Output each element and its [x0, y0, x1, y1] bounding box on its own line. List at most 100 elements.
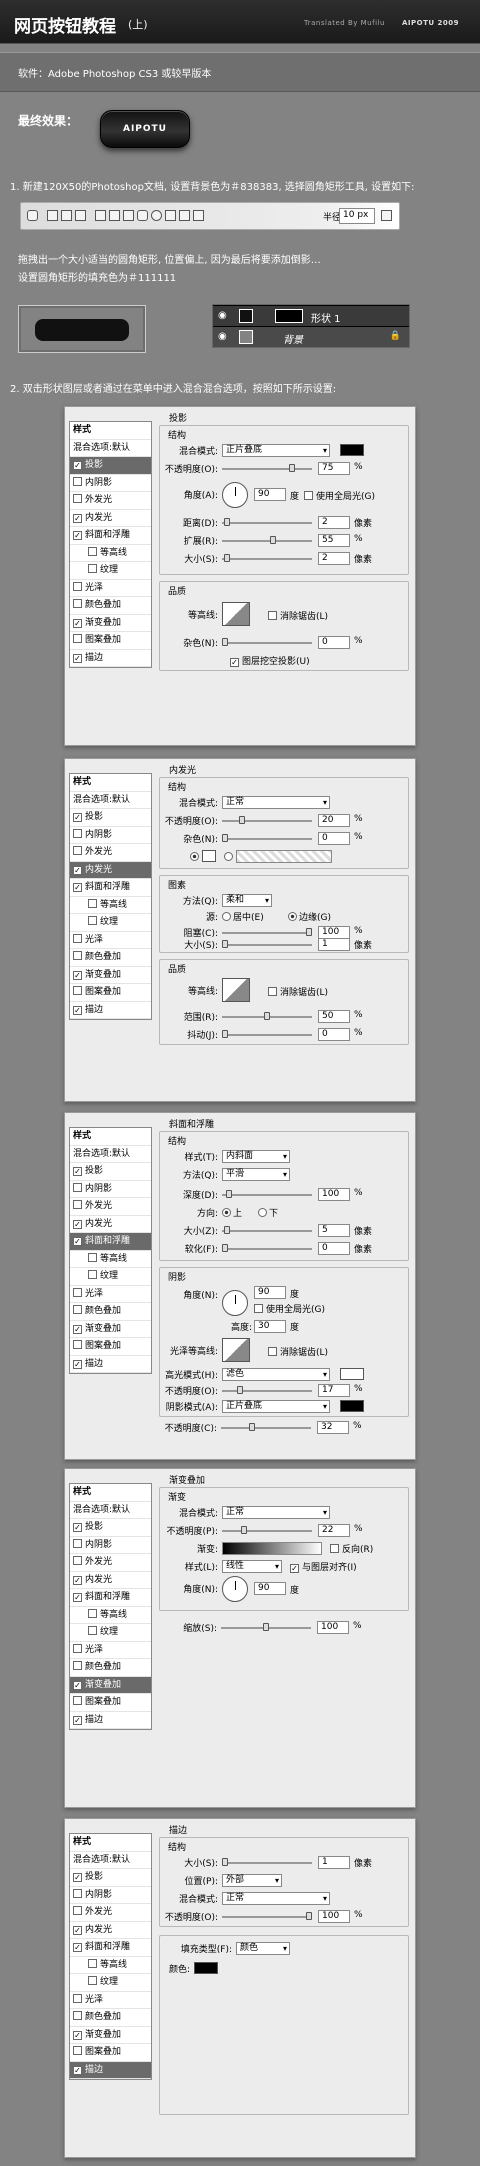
size-input[interactable]: 5: [318, 1224, 350, 1237]
sidebar-item[interactable]: 图案叠加: [70, 2044, 151, 2062]
sidebar-item[interactable]: 外发光: [70, 1198, 151, 1216]
style-checkbox[interactable]: ✓: [73, 1575, 82, 1585]
style-checkbox[interactable]: ✓: [73, 1873, 82, 1882]
soften-slider[interactable]: [222, 1244, 312, 1252]
opacity-input[interactable]: 20: [318, 814, 350, 827]
opacity-input[interactable]: 100: [318, 1910, 350, 1923]
style-checkbox[interactable]: [73, 1661, 82, 1670]
style-checkbox[interactable]: ✓: [73, 2030, 82, 2040]
slider-knob[interactable]: [224, 554, 230, 562]
spread-input[interactable]: 55: [318, 534, 350, 547]
style-checkbox[interactable]: [73, 846, 82, 855]
sidebar-item[interactable]: 等高线: [70, 897, 151, 914]
style-checkbox[interactable]: ✓: [73, 1219, 82, 1229]
pen-icon[interactable]: [95, 210, 106, 221]
size-input[interactable]: 1: [318, 1856, 350, 1869]
style-checkbox[interactable]: ✓: [73, 1680, 82, 1690]
style-checkbox[interactable]: [73, 476, 82, 486]
size-slider[interactable]: [222, 1226, 312, 1234]
sidebar-item[interactable]: 内阴影: [70, 827, 151, 844]
shape-layers-icon[interactable]: [47, 210, 58, 221]
slider-knob[interactable]: [222, 1858, 228, 1866]
style-checkbox[interactable]: ✓: [73, 1324, 82, 1334]
sidebar-item[interactable]: ✓ 斜面和浮雕: [70, 879, 151, 897]
style-checkbox[interactable]: [88, 1252, 97, 1262]
rectangle-icon[interactable]: [123, 210, 134, 221]
altitude-input[interactable]: 30: [254, 1320, 286, 1333]
size-slider[interactable]: [222, 554, 312, 562]
combine-mode-icon[interactable]: [381, 210, 392, 221]
shadow-mode-select[interactable]: 正片叠底: [222, 1400, 330, 1413]
style-checkbox[interactable]: ✓: [73, 1593, 82, 1602]
angle-dial[interactable]: [222, 1290, 248, 1316]
slider-knob[interactable]: [264, 1012, 270, 1020]
sidebar-item[interactable]: ✓ 描边: [70, 1356, 151, 1373]
custom-shape-icon[interactable]: [193, 210, 204, 221]
slider-knob[interactable]: [289, 464, 295, 472]
style-checkbox[interactable]: [73, 1888, 82, 1898]
radius-input[interactable]: 10 px: [339, 208, 375, 224]
shadow-color-swatch[interactable]: [340, 1400, 364, 1412]
blend-mode-select[interactable]: 正常: [222, 1506, 330, 1519]
style-checkbox[interactable]: [73, 634, 82, 643]
sidebar-item[interactable]: ✓ 斜面和浮雕: [70, 1589, 151, 1607]
freeform-pen-icon[interactable]: [109, 210, 120, 221]
highlight-mode-select[interactable]: 滤色: [222, 1368, 330, 1381]
sidebar-item[interactable]: 外发光: [70, 492, 151, 510]
sidebar-item[interactable]: 混合选项:默认: [70, 792, 151, 809]
slider-knob[interactable]: [306, 928, 312, 936]
sidebar-item[interactable]: 纹理: [70, 1624, 151, 1642]
noise-input[interactable]: 0: [318, 636, 350, 649]
sidebar-item[interactable]: ✓ 投影: [70, 457, 151, 475]
depth-slider[interactable]: [222, 1190, 312, 1198]
style-checkbox[interactable]: [88, 546, 97, 556]
sidebar-item[interactable]: 外发光: [70, 1554, 151, 1572]
style-checkbox[interactable]: ✓: [73, 653, 82, 663]
eye-icon[interactable]: ◉: [218, 331, 230, 343]
style-checkbox[interactable]: [73, 1993, 82, 2003]
blend-mode-select[interactable]: 正常: [222, 1892, 330, 1905]
style-checkbox[interactable]: [88, 1626, 97, 1635]
sidebar-item[interactable]: 光泽: [70, 1286, 151, 1303]
gloss-contour-picker[interactable]: [222, 1338, 250, 1362]
size-input[interactable]: 2: [318, 552, 350, 565]
sidebar-item[interactable]: ✓ 投影: [70, 809, 151, 827]
slider-knob[interactable]: [224, 518, 230, 526]
scale-input[interactable]: 100: [317, 1621, 349, 1634]
slider-knob[interactable]: [239, 816, 245, 824]
sidebar-item[interactable]: 颜色叠加: [70, 597, 151, 615]
sidebar-item[interactable]: ✓ 渐变叠加: [70, 2027, 151, 2044]
sidebar-item[interactable]: ✓ 描边: [70, 2061, 151, 2079]
shadow-opacity-input[interactable]: 32: [317, 1421, 349, 1434]
blend-mode-select[interactable]: 正常: [222, 796, 330, 809]
style-checkbox[interactable]: ✓: [73, 1005, 82, 1015]
style-checkbox[interactable]: [73, 581, 82, 591]
contour-picker[interactable]: [222, 978, 250, 1002]
paths-icon[interactable]: [61, 210, 72, 221]
style-checkbox[interactable]: [73, 1906, 82, 1915]
style-checkbox[interactable]: [73, 933, 82, 943]
sidebar-item[interactable]: ✓ 内发光: [70, 510, 151, 527]
style-checkbox[interactable]: ✓: [73, 970, 82, 980]
antialias-checkbox[interactable]: 消除锯齿(L): [268, 985, 328, 998]
glow-gradient-picker[interactable]: [236, 850, 332, 863]
center-radio[interactable]: 居中(E): [222, 910, 264, 923]
angle-dial[interactable]: [222, 482, 248, 508]
antialias-checkbox[interactable]: 消除锯齿(L): [268, 1345, 328, 1358]
scale-slider[interactable]: [221, 1623, 311, 1631]
slider-knob[interactable]: [222, 1244, 228, 1252]
sidebar-item[interactable]: 颜色叠加: [70, 1659, 151, 1677]
style-checkbox[interactable]: [88, 916, 97, 925]
sidebar-item[interactable]: 颜色叠加: [70, 949, 151, 967]
style-checkbox[interactable]: ✓: [73, 1715, 82, 1725]
slider-knob[interactable]: [226, 1190, 232, 1198]
distance-input[interactable]: 2: [318, 516, 350, 529]
style-checkbox[interactable]: ✓: [73, 513, 82, 523]
style-checkbox[interactable]: [73, 1643, 82, 1653]
noise-input[interactable]: 0: [318, 832, 350, 845]
sidebar-item[interactable]: 混合选项:默认: [70, 1502, 151, 1519]
sidebar-item[interactable]: 混合选项:默认: [70, 440, 151, 457]
style-checkbox[interactable]: ✓: [73, 1925, 82, 1935]
style-checkbox[interactable]: [88, 1958, 97, 1968]
sidebar-item[interactable]: 等高线: [70, 1251, 151, 1268]
